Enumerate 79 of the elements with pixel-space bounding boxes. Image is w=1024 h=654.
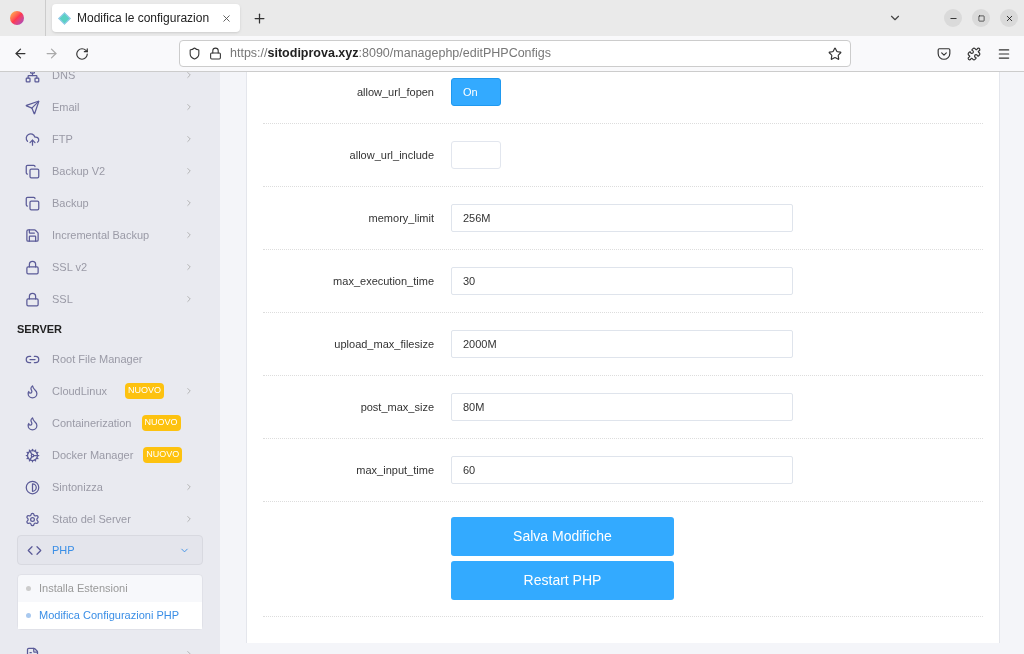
chevron-icon xyxy=(184,294,194,304)
setting-label: memory_limit xyxy=(367,210,435,226)
address-bar[interactable]: https://sitodiprova.xyz:8090/managephp/editPHPConfigs xyxy=(179,40,851,67)
chevron-icon xyxy=(184,198,194,208)
close-icon[interactable] xyxy=(221,12,232,24)
flame-icon xyxy=(25,415,40,431)
maximize-icon xyxy=(977,14,985,22)
sidebar-item[interactable]: Email xyxy=(0,91,220,123)
sidebar-item[interactable]: Root File Manager xyxy=(0,343,220,375)
text-field[interactable]: 60 xyxy=(451,456,793,484)
setting-label: max_input_time xyxy=(355,462,435,478)
browser-tab[interactable]: Modifica le configurazion xyxy=(52,4,240,32)
chevron-icon xyxy=(184,386,194,396)
chevron-icon xyxy=(184,262,194,272)
flame-icon xyxy=(25,383,40,399)
sidebar-item[interactable]: SSL v2 xyxy=(0,251,220,283)
sidebar-item[interactable]: Incremental Backup xyxy=(0,219,220,251)
setting-label: max_execution_time xyxy=(332,273,435,289)
sidebar-item[interactable]: Containerization NUOVO xyxy=(0,407,220,439)
favicon-icon xyxy=(58,11,71,25)
text-field[interactable]: 30 xyxy=(451,267,793,295)
lock-icon xyxy=(25,259,40,275)
sidebar-item[interactable]: Sintonizza xyxy=(0,471,220,503)
toggle-switch[interactable] xyxy=(451,141,501,169)
cloud-upload-icon xyxy=(25,131,40,147)
sidebar-item[interactable]: PHP xyxy=(17,535,203,565)
chevron-icon xyxy=(184,514,194,524)
sidebar-item[interactable]: FTP xyxy=(0,123,220,155)
toggle-switch[interactable]: On xyxy=(451,78,501,106)
maximize-button[interactable] xyxy=(972,9,990,27)
submenu-item[interactable]: Installa Estensioni xyxy=(18,575,202,602)
copy-icon xyxy=(25,163,40,179)
reload-icon[interactable] xyxy=(75,46,89,61)
chevron-icon xyxy=(184,482,194,492)
lock-icon xyxy=(25,291,40,307)
copy-icon xyxy=(25,195,40,211)
section-heading: SERVER xyxy=(17,321,63,337)
chevron-icon xyxy=(184,102,194,112)
firefox-logo-icon[interactable] xyxy=(10,11,24,25)
new-badge: NUOVO xyxy=(143,447,183,463)
new-badge: NUOVO xyxy=(125,383,164,399)
lock-icon xyxy=(209,47,222,60)
new-badge: NUOVO xyxy=(141,415,181,431)
sidebar-item[interactable]: Backup xyxy=(0,187,220,219)
chevron-icon xyxy=(184,230,194,240)
text-field[interactable]: 256M xyxy=(451,204,793,232)
back-icon[interactable] xyxy=(13,46,28,61)
new-tab-icon[interactable] xyxy=(252,10,267,26)
sidebar-item[interactable]: Backup V2 xyxy=(0,155,220,187)
chevron-icon xyxy=(184,72,194,80)
floppy-icon xyxy=(25,227,40,243)
action-button[interactable]: Salva Modifiche xyxy=(451,517,674,556)
sidebar-item[interactable]: SSL xyxy=(0,283,220,315)
shield-icon xyxy=(188,47,201,60)
text-field[interactable]: 80M xyxy=(451,393,793,421)
sidebar-item[interactable]: Stato del Server xyxy=(0,503,220,535)
pocket-icon[interactable] xyxy=(937,46,951,61)
submenu-item[interactable]: Modifica Configurazioni PHP xyxy=(18,602,202,629)
text-field[interactable]: 2000M xyxy=(451,330,793,358)
close-icon xyxy=(1004,13,1014,23)
setting-label: upload_max_filesize xyxy=(333,336,435,352)
sidebar-item[interactable]: CloudLinux NUOVO xyxy=(0,375,220,407)
network-icon xyxy=(25,72,40,83)
menu-icon[interactable] xyxy=(997,46,1011,61)
settings-icon xyxy=(25,511,40,527)
action-button[interactable]: Restart PHP xyxy=(451,561,674,600)
chevron-icon xyxy=(184,166,194,176)
setting-label: allow_url_fopen xyxy=(355,84,435,100)
setting-label: allow_url_include xyxy=(348,147,435,163)
contrast-icon xyxy=(25,479,40,495)
extensions-icon[interactable] xyxy=(967,46,981,61)
setting-label: post_max_size xyxy=(359,399,435,415)
sidebar-item[interactable]: DNS xyxy=(0,72,220,91)
close-button[interactable] xyxy=(1000,9,1018,27)
gear-icon xyxy=(25,447,40,463)
chevron-icon xyxy=(184,134,194,144)
sidebar-item[interactable]: Docker Manager NUOVO xyxy=(0,439,220,471)
paper-plane-icon xyxy=(25,99,40,115)
bookmark-star-icon[interactable] xyxy=(828,46,842,61)
